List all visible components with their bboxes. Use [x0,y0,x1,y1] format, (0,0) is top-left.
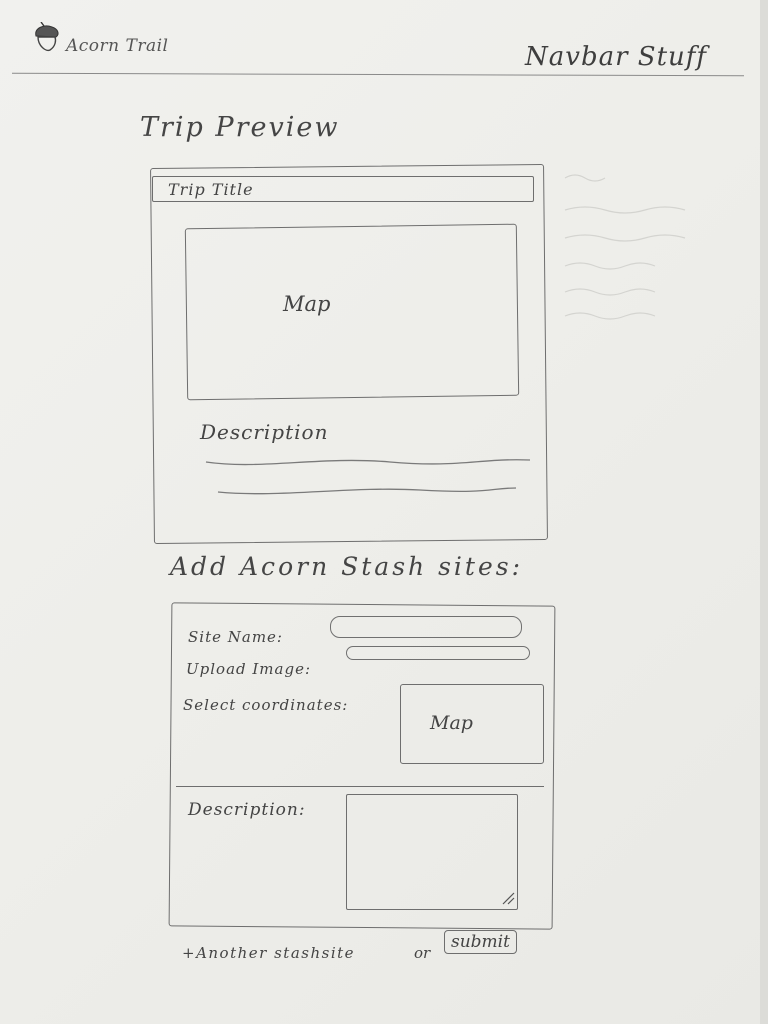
upload-image-input[interactable] [346,646,530,660]
another-stashsite-link[interactable]: +Another stashsite [182,944,355,962]
submit-button[interactable]: submit [444,930,517,954]
coordinates-map-label: Map [430,712,473,734]
form-divider [176,786,544,787]
or-text: or [414,944,431,962]
site-name-label: Site Name: [188,628,283,646]
resize-handle-icon[interactable] [500,890,516,906]
stash-sites-heading: Add Acorn Stash sites: [170,552,523,581]
select-coordinates-label: Select coordinates: [183,696,349,714]
site-name-input[interactable] [330,616,522,638]
site-description-textarea[interactable] [346,794,518,910]
upload-image-label: Upload Image: [186,660,312,678]
site-description-label: Description: [188,800,306,820]
